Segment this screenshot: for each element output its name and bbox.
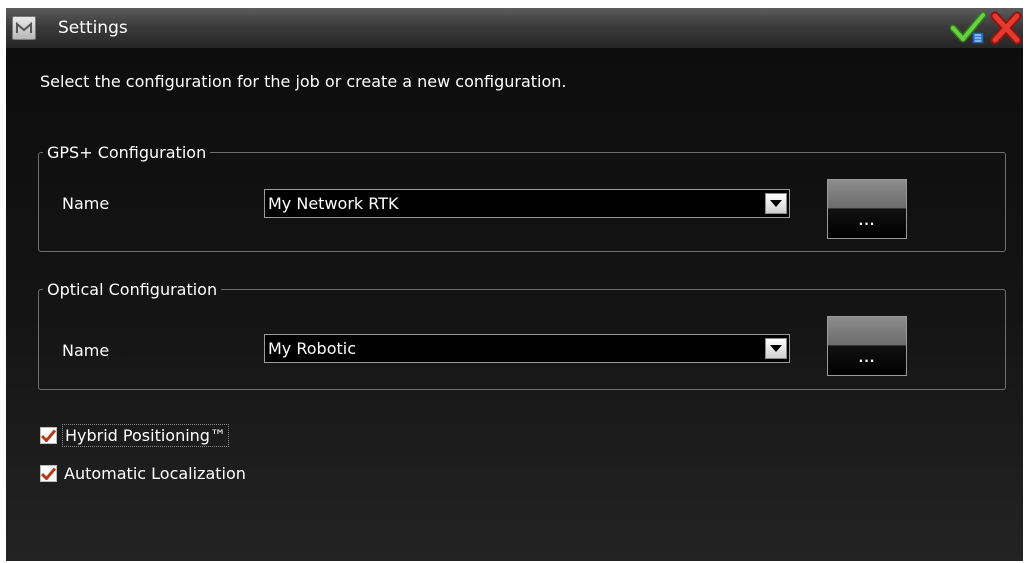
checkmark-icon bbox=[41, 467, 56, 480]
automatic-localization-checkbox[interactable] bbox=[40, 464, 57, 482]
optical-configuration-select[interactable]: My Robotic bbox=[264, 334, 790, 363]
hybrid-positioning-option[interactable]: Hybrid Positioning™ bbox=[40, 423, 229, 447]
gps-configuration-group: GPS+ Configuration Name My Network RTK .… bbox=[38, 143, 1006, 252]
settings-window: Settings Select the configuration for th… bbox=[6, 8, 1023, 561]
checkmark-icon bbox=[41, 429, 56, 442]
dropdown-arrow-icon[interactable] bbox=[765, 338, 787, 359]
optical-configuration-edit-button[interactable]: ... bbox=[827, 316, 907, 376]
title-bar: Settings bbox=[6, 8, 1023, 48]
gps-configuration-select[interactable]: My Network RTK bbox=[264, 189, 790, 218]
optical-name-label: Name bbox=[62, 341, 110, 360]
dropdown-arrow-icon[interactable] bbox=[765, 193, 787, 214]
accept-check-icon bbox=[950, 11, 986, 44]
window-title: Settings bbox=[58, 18, 128, 38]
hybrid-positioning-checkbox[interactable] bbox=[40, 426, 57, 444]
cancel-button[interactable] bbox=[989, 10, 1023, 46]
app-menu-icon[interactable] bbox=[12, 16, 36, 40]
optical-configuration-legend: Optical Configuration bbox=[47, 280, 218, 299]
gps-selected-value: My Network RTK bbox=[268, 194, 399, 213]
accept-button[interactable] bbox=[949, 10, 987, 46]
hybrid-positioning-label[interactable]: Hybrid Positioning™ bbox=[62, 423, 229, 447]
automatic-localization-option[interactable]: Automatic Localization bbox=[40, 461, 248, 485]
gps-configuration-legend: GPS+ Configuration bbox=[47, 143, 207, 162]
cancel-x-icon bbox=[990, 11, 1022, 45]
gps-configuration-edit-button[interactable]: ... bbox=[827, 179, 907, 239]
instruction-text: Select the configuration for the job or … bbox=[40, 72, 567, 91]
gps-name-label: Name bbox=[62, 194, 110, 213]
optical-selected-value: My Robotic bbox=[268, 339, 357, 358]
optical-configuration-group: Optical Configuration Name My Robotic ..… bbox=[38, 280, 1006, 390]
automatic-localization-label[interactable]: Automatic Localization bbox=[62, 463, 248, 484]
